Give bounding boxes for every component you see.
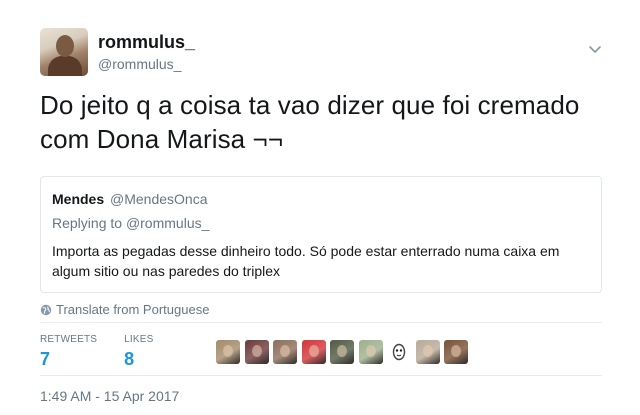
quoted-tweet-header: Mendes @MendesOnca <box>52 190 208 208</box>
tweet-text-line: com Dona Marisa ¬¬ <box>40 124 284 154</box>
liker-avatar-4[interactable] <box>301 340 326 364</box>
liker-avatar-8[interactable] <box>415 340 440 364</box>
avatar-figure-head <box>56 35 74 57</box>
author-display-name[interactable]: rommulus_ <box>98 31 195 53</box>
retweets-count: 7 <box>40 349 51 369</box>
replying-to-prefix: Replying to <box>52 215 123 231</box>
liker-avatar-3[interactable] <box>273 340 297 364</box>
liker-avatar-7[interactable] <box>387 340 411 364</box>
author-avatar[interactable] <box>40 28 88 76</box>
globe-icon <box>40 304 52 315</box>
divider <box>40 375 602 376</box>
author-handle[interactable]: @rommulus_ <box>98 54 195 74</box>
liker-avatar-2[interactable] <box>244 340 269 364</box>
author-info[interactable]: rommulus_ @rommulus_ <box>98 31 195 74</box>
chevron-down-icon[interactable] <box>587 44 603 56</box>
liker-avatars <box>216 340 473 364</box>
translate-label: Translate from Portuguese <box>56 302 210 317</box>
quoted-author-handle: @MendesOnca <box>110 191 208 207</box>
liker-avatar-1[interactable] <box>216 340 240 364</box>
quoted-replying-to: Replying to @rommulus_ <box>52 214 209 232</box>
tweet-text-line: Do jeito q a coisa ta vao dizer que foi … <box>40 90 580 120</box>
retweets-label: RETWEETS <box>40 334 98 345</box>
liker-avatar-5[interactable] <box>330 340 354 364</box>
tweet-timestamp[interactable]: 1:49 AM - 15 Apr 2017 <box>40 388 179 404</box>
retweets-stat[interactable]: RETWEETS 7 <box>40 334 97 370</box>
quoted-tweet-text: Importa as pegadas desse dinheiro todo. … <box>52 241 592 281</box>
engagement-stats: RETWEETS 7 LIKES 8 <box>40 334 181 370</box>
translate-link[interactable]: Translate from Portuguese <box>40 302 209 317</box>
likes-stat[interactable]: LIKES 8 <box>124 334 153 370</box>
divider <box>40 322 602 323</box>
likes-label: LIKES <box>124 334 154 345</box>
quoted-author-name: Mendes <box>52 191 105 207</box>
tweet-text: Do jeito q a coisa ta vao dizer que foi … <box>40 88 610 156</box>
liker-avatar-6[interactable] <box>358 340 383 364</box>
tweet-card: rommulus_ @rommulus_ Do jeito q a coisa … <box>0 0 640 415</box>
likes-count: 8 <box>124 349 135 369</box>
quoted-text-line: Importa as pegadas desse dinheiro todo. … <box>52 243 560 259</box>
quoted-text-line: algum sitio ou nas paredes do triplex <box>52 263 281 279</box>
quoted-tweet[interactable]: Mendes @MendesOnca Replying to @rommulus… <box>40 176 602 293</box>
avatar-figure-body <box>48 56 82 76</box>
replying-to-mention[interactable]: @rommulus_ <box>126 215 209 231</box>
liker-avatar-9[interactable] <box>444 340 468 364</box>
